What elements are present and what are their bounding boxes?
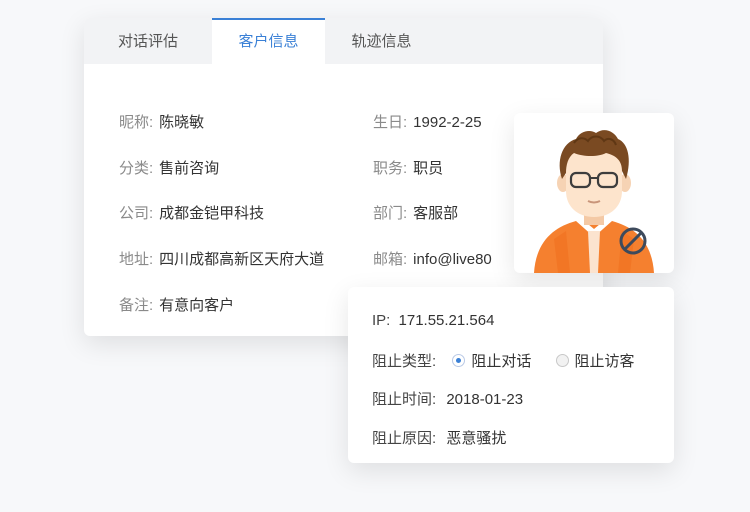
address-value: 四川成都高新区天府大道 <box>159 251 325 268</box>
tab-bar: 对话评估 客户信息 轨迹信息 <box>84 18 603 64</box>
block-conversation-label: 阻止对话 <box>471 353 532 370</box>
company-value: 成都金铠甲科技 <box>159 205 265 222</box>
radio-block-visitor[interactable]: 阻止访客 <box>555 350 635 371</box>
ip-value: 171.55.21.564 <box>398 312 495 329</box>
avatar-card <box>514 113 674 273</box>
note-value: 有意向客户 <box>159 297 235 314</box>
company-label: 公司: <box>119 205 154 222</box>
birthday-label: 生日: <box>373 114 408 131</box>
tab-trajectory-info[interactable]: 轨迹信息 <box>325 18 438 64</box>
block-time-value: 2018-01-23 <box>446 391 524 408</box>
field-email: 邮箱: info@live80 <box>373 248 492 269</box>
block-time-row: 阻止时间: 2018-01-23 <box>372 388 523 409</box>
prohibited-icon <box>619 227 647 255</box>
field-category: 分类: 售前咨询 <box>119 157 219 178</box>
email-value: info@live80 <box>413 251 492 268</box>
position-label: 职务: <box>373 160 408 177</box>
field-company: 公司: 成都金铠甲科技 <box>119 202 264 223</box>
email-label: 邮箱: <box>373 251 408 268</box>
block-reason-row: 阻止原因: 恶意骚扰 <box>372 427 506 448</box>
field-birthday: 生日: 1992-2-25 <box>373 111 482 132</box>
block-ip-row: IP: 171.55.21.564 <box>372 312 494 329</box>
field-address: 地址: 四川成都高新区天府大道 <box>119 248 324 269</box>
block-info-panel: IP: 171.55.21.564 阻止类型: 阻止对话 阻止访客 阻止时间: … <box>348 287 674 463</box>
department-label: 部门: <box>373 205 408 222</box>
radio-block-conversation[interactable]: 阻止对话 <box>452 350 531 371</box>
note-label: 备注: <box>119 297 154 314</box>
tab-conversation-evaluation[interactable]: 对话评估 <box>84 18 212 64</box>
department-value: 客服部 <box>413 205 459 222</box>
birthday-value: 1992-2-25 <box>413 114 482 131</box>
radio-checked-icon <box>452 354 466 367</box>
radio-unchecked-icon <box>555 354 569 367</box>
block-time-label: 阻止时间: <box>372 391 437 408</box>
address-label: 地址: <box>119 251 154 268</box>
block-reason-value: 恶意骚扰 <box>446 430 507 447</box>
category-value: 售前咨询 <box>159 160 220 177</box>
nickname-value: 陈晓敏 <box>159 114 205 131</box>
nickname-label: 昵称: <box>119 114 154 131</box>
blocked-user-avatar-icon <box>534 130 654 273</box>
field-nickname: 昵称: 陈晓敏 <box>119 111 204 132</box>
position-value: 职员 <box>413 160 444 177</box>
block-type-row: 阻止类型: 阻止对话 阻止访客 <box>372 350 635 371</box>
tab-customer-info[interactable]: 客户信息 <box>212 18 325 64</box>
field-note: 备注: 有意向客户 <box>119 294 234 315</box>
block-type-label: 阻止类型: <box>372 353 437 370</box>
ip-label: IP: <box>372 312 391 329</box>
block-reason-label: 阻止原因: <box>372 430 437 447</box>
field-department: 部门: 客服部 <box>373 202 458 223</box>
category-label: 分类: <box>119 160 154 177</box>
field-position: 职务: 职员 <box>373 157 443 178</box>
block-visitor-label: 阻止访客 <box>574 353 635 370</box>
